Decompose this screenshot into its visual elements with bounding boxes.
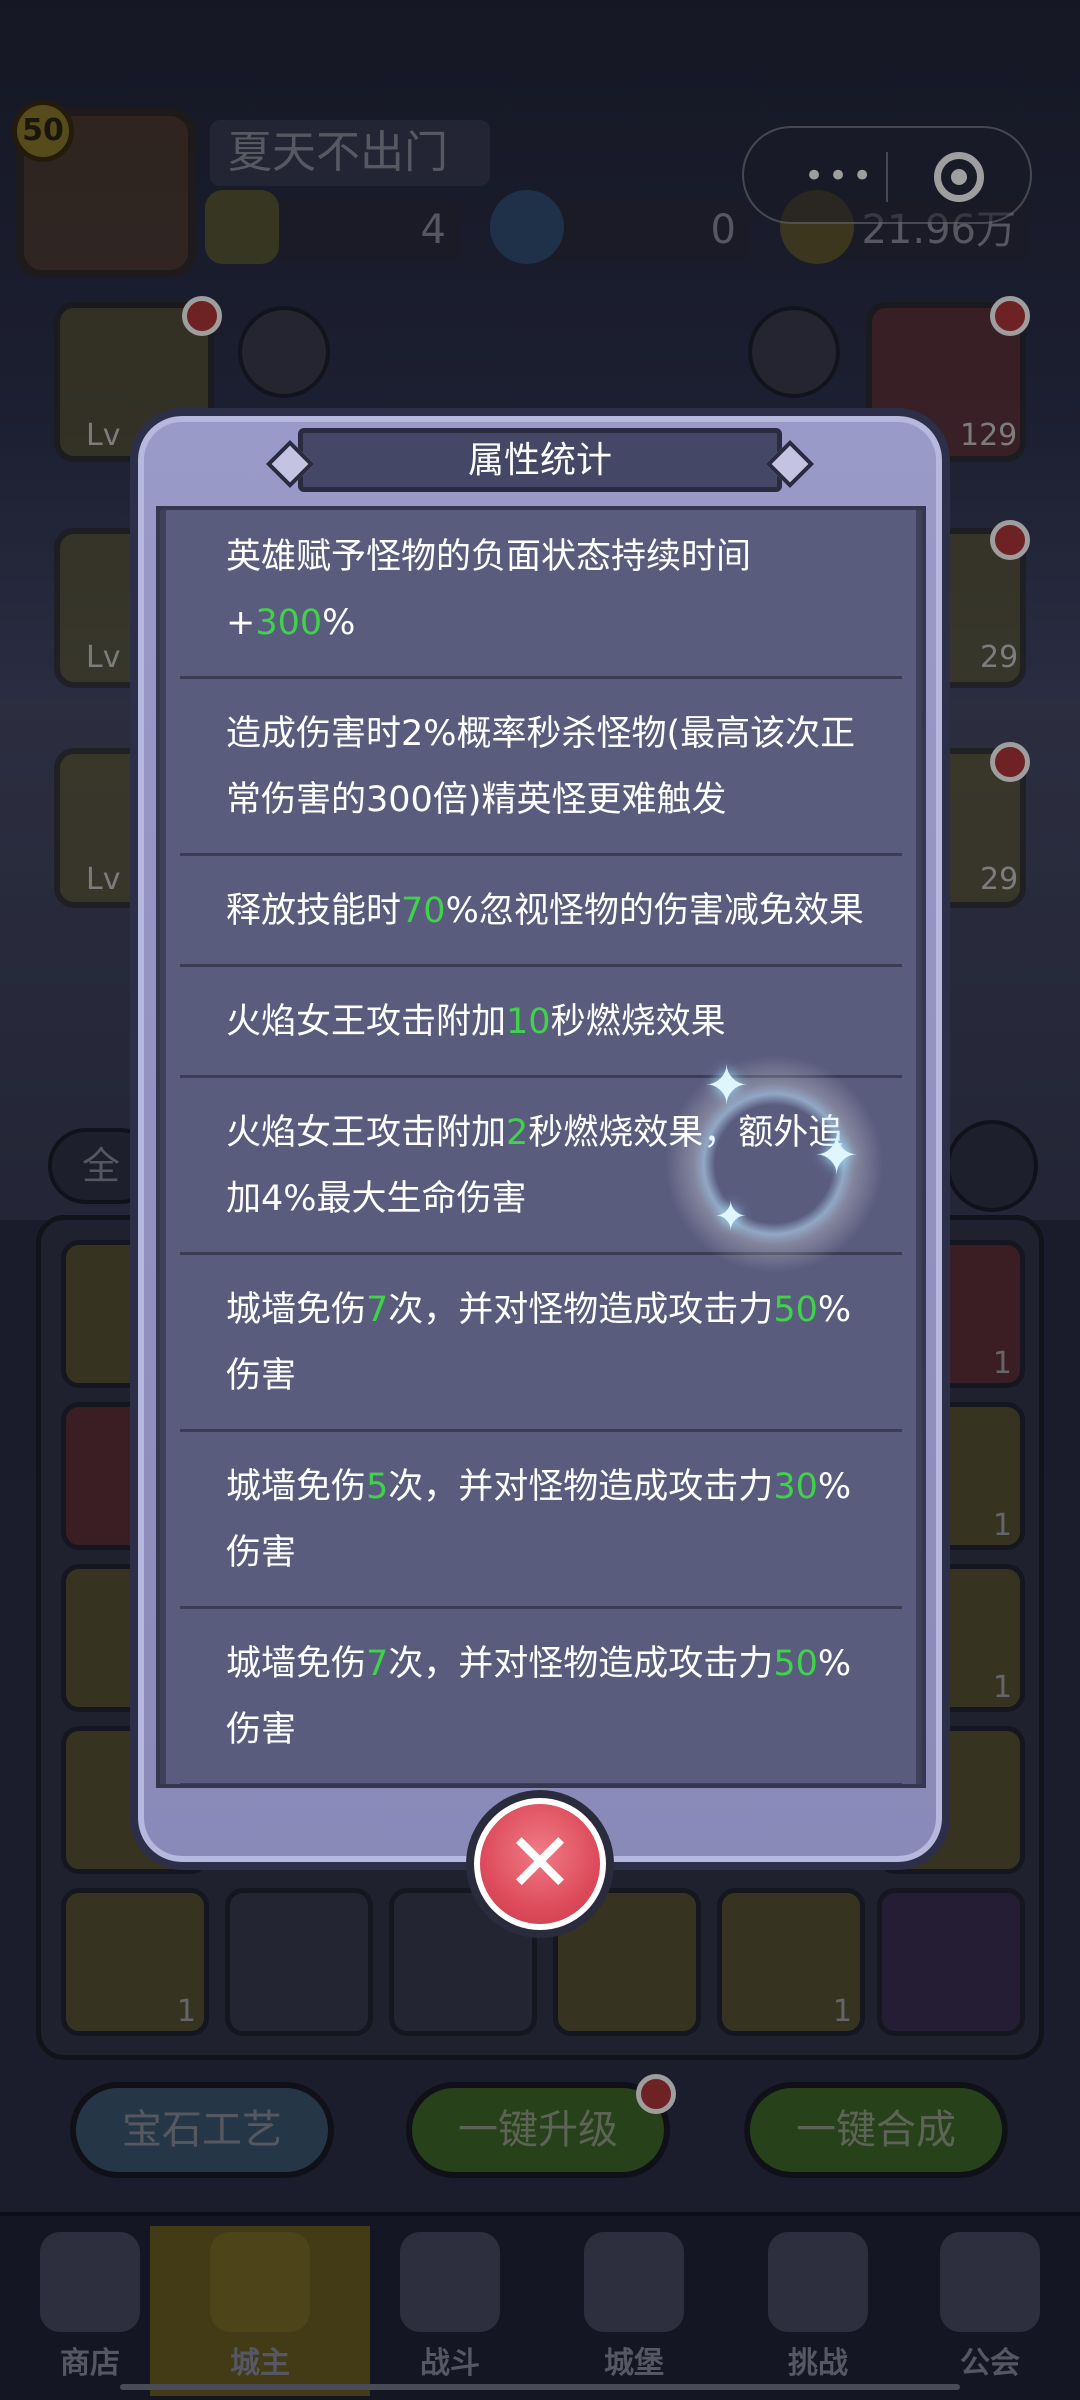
- attribute-value: 70: [401, 891, 446, 931]
- attribute-value: 30: [773, 1467, 818, 1507]
- attribute-text: 火焰女王攻击附加: [226, 1002, 507, 1042]
- close-button-face: ✕: [474, 1798, 606, 1930]
- attribute-text: 次，并对怪物造成攻击力: [388, 1290, 774, 1330]
- attribute-text: 城墙免伤: [226, 1467, 367, 1507]
- attribute-value: 5: [366, 1467, 389, 1507]
- attribute-value: 7: [366, 1290, 389, 1330]
- close-button[interactable]: ✕: [466, 1790, 614, 1938]
- attribute-row: 城墙免伤8次，并对怪物造成攻击力60%伤害: [180, 1786, 902, 1788]
- modal-title-bar: 属性统计: [298, 428, 782, 492]
- attribute-row: 城墙免伤7次，并对怪物造成攻击力50%伤害: [180, 1609, 902, 1784]
- attribute-text: 次，并对怪物造成攻击力: [388, 1467, 774, 1507]
- attribute-row: 释放技能时70%忽视怪物的伤害减免效果: [180, 856, 902, 967]
- attribute-text: 秒燃烧效果: [550, 1002, 726, 1042]
- attribute-value: 300: [255, 603, 323, 643]
- attribute-row: 城墙免伤7次，并对怪物造成攻击力50%伤害: [180, 1255, 902, 1432]
- attribute-stats-modal: 属性统计 英雄赋予怪物的负面状态持续时间+300% 造成伤害时2%概率秒杀怪物(最…: [130, 408, 950, 1870]
- attribute-row: 火焰女王攻击附加10秒燃烧效果: [180, 967, 902, 1078]
- attribute-text: 火焰女王攻击附加: [226, 1113, 507, 1153]
- close-icon: ✕: [505, 1816, 575, 1911]
- attribute-row: 造成伤害时2%概率秒杀怪物(最高该次正常伤害的300倍)精英怪更难触发: [180, 679, 902, 856]
- attribute-value: 50: [773, 1290, 818, 1330]
- attribute-list[interactable]: 英雄赋予怪物的负面状态持续时间+300% 造成伤害时2%概率秒杀怪物(最高该次正常…: [156, 506, 926, 1788]
- attribute-row: 英雄赋予怪物的负面状态持续时间+300%: [180, 510, 902, 679]
- attribute-text: %: [322, 603, 356, 643]
- attribute-row: 城墙免伤5次，并对怪物造成攻击力30%伤害: [180, 1432, 902, 1609]
- attribute-row: 火焰女王攻击附加2秒燃烧效果，额外追加4%最大生命伤害: [180, 1078, 902, 1255]
- attribute-value: 10: [506, 1002, 551, 1042]
- attribute-text: 城墙免伤: [226, 1290, 367, 1330]
- attribute-text: 造成伤害时2%概率秒杀怪物(最高该次正常伤害的300倍)精英怪更难触发: [226, 714, 856, 820]
- attribute-text: 释放技能时: [226, 891, 402, 931]
- attribute-value: 50: [773, 1644, 818, 1684]
- attribute-text: 城墙免伤: [226, 1644, 367, 1684]
- attribute-value: 2: [506, 1113, 529, 1153]
- attribute-text: %忽视怪物的伤害减免效果: [445, 891, 864, 931]
- attribute-text: 次，并对怪物造成攻击力: [388, 1644, 774, 1684]
- attribute-value: 7: [366, 1644, 389, 1684]
- modal-title: 属性统计: [467, 440, 612, 481]
